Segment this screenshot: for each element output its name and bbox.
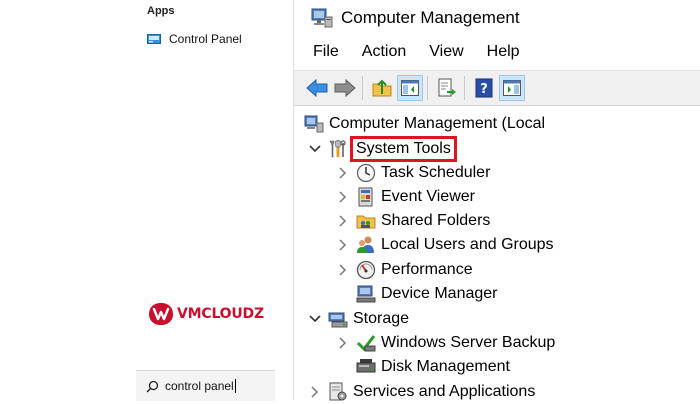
tree-item-label: Performance bbox=[381, 261, 473, 278]
tree-item-label: Local Users and Groups bbox=[381, 236, 554, 253]
control-panel-result-label: Control Panel bbox=[169, 32, 242, 46]
tree-item-system-tools[interactable]: System Tools bbox=[308, 136, 457, 162]
show-hide-action-pane-button[interactable] bbox=[499, 75, 525, 101]
tree-item-local-users-groups[interactable]: Local Users and Groups bbox=[336, 233, 554, 257]
tree-item-label: Services and Applications bbox=[353, 383, 536, 400]
show-hide-console-tree-button[interactable] bbox=[397, 75, 423, 101]
window-title: Computer Management bbox=[341, 8, 520, 27]
toolbar-separator bbox=[427, 76, 428, 100]
chevron-right-icon[interactable] bbox=[336, 190, 350, 204]
tree-item-device-manager[interactable]: Device Manager bbox=[356, 282, 498, 306]
performance-gauge-icon bbox=[356, 260, 376, 280]
menu-view[interactable]: View bbox=[428, 41, 464, 63]
disk-management-icon bbox=[356, 357, 376, 377]
menu-action[interactable]: Action bbox=[361, 41, 407, 63]
tree-item-event-viewer[interactable]: Event Viewer bbox=[336, 185, 475, 209]
text-caret bbox=[234, 379, 236, 393]
tree-item-label: Device Manager bbox=[381, 285, 498, 302]
title-bar[interactable]: Computer Management bbox=[294, 0, 700, 36]
toolbar: ? bbox=[294, 70, 700, 106]
tree-item-label: Windows Server Backup bbox=[381, 334, 556, 351]
back-arrow-icon bbox=[306, 79, 328, 97]
tree-item-label: Storage bbox=[353, 310, 410, 327]
system-tools-icon bbox=[328, 139, 348, 159]
back-button[interactable] bbox=[304, 75, 330, 101]
users-icon bbox=[356, 235, 376, 255]
computer-management-icon bbox=[304, 114, 324, 134]
toolbar-separator bbox=[362, 76, 363, 100]
computer-management-icon bbox=[311, 8, 333, 28]
forward-button[interactable] bbox=[332, 75, 358, 101]
help-button[interactable]: ? bbox=[471, 75, 497, 101]
chevron-right-icon[interactable] bbox=[336, 263, 350, 277]
chevron-down-icon[interactable] bbox=[308, 312, 322, 326]
show-hide-action-pane-icon bbox=[503, 80, 521, 96]
tree-item-computer-management[interactable]: Computer Management (Local bbox=[304, 112, 545, 136]
apps-section-header: Apps bbox=[147, 5, 175, 17]
forward-arrow-icon bbox=[334, 79, 356, 97]
tree-item-storage[interactable]: Storage bbox=[308, 307, 409, 331]
tree-item-services-applications[interactable]: Services and Applications bbox=[308, 380, 535, 404]
clock-icon bbox=[356, 163, 376, 183]
computer-management-window: Computer Management File Action View Hel… bbox=[294, 0, 700, 401]
services-icon bbox=[328, 382, 348, 402]
control-panel-result[interactable]: Control Panel bbox=[147, 29, 242, 49]
menu-help[interactable]: Help bbox=[486, 41, 521, 63]
tree-item-label: Shared Folders bbox=[381, 212, 491, 229]
chevron-right-icon[interactable] bbox=[308, 385, 322, 399]
chevron-right-icon[interactable] bbox=[336, 336, 350, 350]
menu-bar: File Action View Help bbox=[294, 38, 523, 66]
help-icon: ? bbox=[475, 78, 493, 98]
tree-item-windows-server-backup[interactable]: Windows Server Backup bbox=[336, 331, 555, 355]
export-list-icon bbox=[438, 78, 456, 97]
svg-text:?: ? bbox=[480, 82, 488, 97]
chevron-right-icon[interactable] bbox=[336, 166, 350, 180]
event-log-icon bbox=[356, 187, 376, 207]
chevron-right-icon[interactable] bbox=[336, 238, 350, 252]
storage-icon bbox=[328, 309, 348, 329]
shared-folder-icon bbox=[356, 211, 376, 231]
up-folder-icon bbox=[372, 79, 392, 97]
control-panel-icon bbox=[147, 34, 161, 44]
tree-item-label: System Tools bbox=[350, 136, 457, 162]
tree-item-label: Disk Management bbox=[381, 358, 510, 375]
chevron-down-icon[interactable] bbox=[308, 142, 322, 156]
search-box[interactable]: control panel bbox=[136, 370, 275, 401]
device-manager-icon bbox=[356, 284, 376, 304]
tree-item-disk-management[interactable]: Disk Management bbox=[356, 355, 510, 379]
vmcloudz-logo: VMCLOUDZ bbox=[148, 302, 264, 326]
tree-item-task-scheduler[interactable]: Task Scheduler bbox=[336, 161, 490, 185]
search-icon bbox=[146, 380, 159, 392]
export-list-button[interactable] bbox=[434, 75, 460, 101]
tree-item-performance[interactable]: Performance bbox=[336, 258, 473, 282]
logo-wordmark: VMCLOUDZ bbox=[177, 306, 264, 322]
tree-item-label: Event Viewer bbox=[381, 188, 475, 205]
tree-item-shared-folders[interactable]: Shared Folders bbox=[336, 209, 490, 233]
start-search-pane: Apps Control Panel VMCLOUDZ control pane… bbox=[0, 0, 275, 401]
search-input-value[interactable]: control panel bbox=[165, 379, 234, 393]
vmcloudz-logo-mark-icon bbox=[149, 303, 173, 325]
menu-file[interactable]: File bbox=[312, 41, 340, 63]
console-tree: Computer Management (Local System Tools bbox=[294, 110, 700, 401]
tree-item-label: Task Scheduler bbox=[381, 164, 491, 181]
show-hide-console-tree-icon bbox=[401, 80, 419, 96]
chevron-right-icon[interactable] bbox=[336, 214, 350, 228]
up-one-level-button[interactable] bbox=[369, 75, 395, 101]
backup-icon bbox=[356, 333, 376, 353]
toolbar-separator bbox=[464, 76, 465, 100]
tree-item-label: Computer Management (Local bbox=[329, 115, 546, 132]
